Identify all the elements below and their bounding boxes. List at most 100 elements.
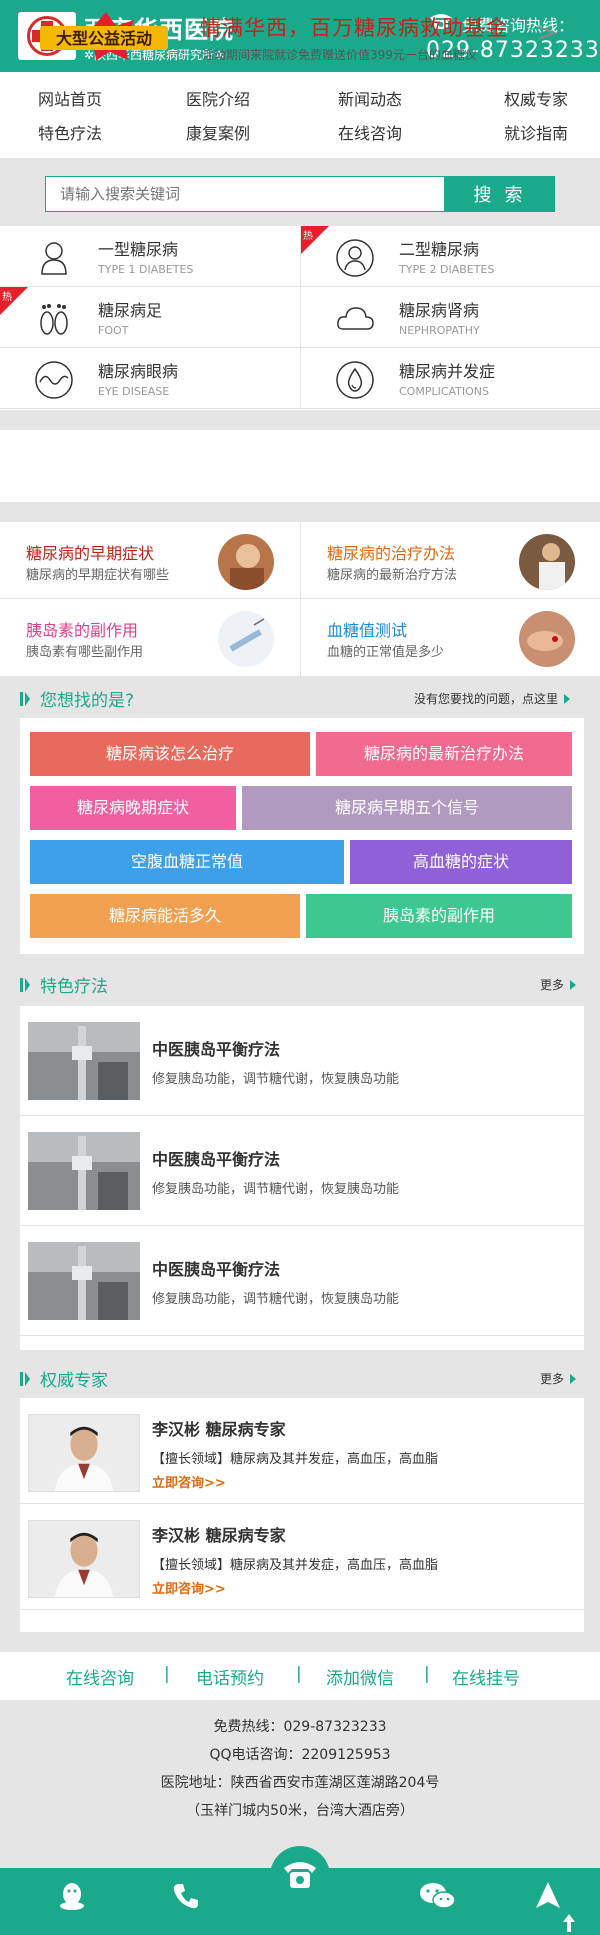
category-en: COMPLICATIONS [399, 385, 490, 398]
article-grid: 糖尿病的早期症状 糖尿病的早期症状有哪些 糖尿病的治疗办法 糖尿病的最新治疗方法… [0, 522, 600, 676]
tag-link[interactable]: 胰岛素的副作用 [306, 894, 572, 938]
person-circle-icon [336, 239, 374, 277]
nav-home[interactable]: 网站首页 [38, 86, 102, 110]
charity-banner[interactable] [0, 430, 600, 502]
footer-separator: | [164, 1664, 170, 1684]
section-marker-icon [20, 692, 30, 706]
experts-more-link[interactable]: 更多 [540, 1370, 577, 1387]
telephone-icon [284, 1862, 316, 1888]
therapy-desc: 修复胰岛功能，调节糖代谢，恢复胰岛功能 [152, 1072, 400, 1087]
wave-circle-icon [35, 361, 73, 399]
expert-desc: 【擅长领域】糖尿病及其并发症，高血压，高血脂 [152, 1452, 439, 1467]
wechat-icon[interactable] [418, 1880, 458, 1912]
therapy-photo [28, 1022, 140, 1100]
category-en: TYPE 2 DIABETES [399, 263, 495, 276]
expert-avatar [28, 1414, 140, 1492]
article-title: 血糖值测试 [327, 621, 408, 640]
consult-now-link[interactable]: 立即咨询>> [152, 1578, 226, 1597]
category-type2[interactable]: 热 二型糖尿病 TYPE 2 DIABETES [300, 226, 600, 287]
footer-links: 在线咨询 | 电话预约 | 添加微信 | 在线挂号 [0, 1652, 600, 1700]
article-blood-sugar-test[interactable]: 血糖值测试 血糖的正常值是多少 [300, 599, 600, 676]
nav-cases[interactable]: 康复案例 [186, 120, 250, 144]
category-title: 糖尿病并发症 [399, 362, 496, 381]
cloud-icon [337, 307, 374, 330]
expert-avatar [28, 1520, 140, 1598]
therapy-item[interactable]: 中医胰岛平衡疗法 修复胰岛功能，调节糖代谢，恢复胰岛功能 [20, 1006, 584, 1116]
article-insulin-side-effects[interactable]: 胰岛素的副作用 胰岛素有哪些副作用 [0, 599, 300, 676]
therapy-desc: 修复胰岛功能，调节糖代谢，恢复胰岛功能 [152, 1182, 400, 1197]
triangle-right-icon [564, 694, 571, 704]
category-title: 糖尿病眼病 [98, 362, 179, 381]
category-title: 糖尿病足 [98, 301, 163, 320]
tag-link[interactable]: 糖尿病该怎么治疗 [30, 732, 310, 776]
person-icon [41, 242, 67, 275]
category-nephropathy[interactable]: 糖尿病肾病 NEPHROPATHY [300, 287, 600, 348]
nav-experts[interactable]: 权威专家 [504, 86, 568, 110]
experts-section-title: 权威专家 [40, 1371, 108, 1391]
navigation-arrow-icon[interactable] [532, 1880, 564, 1912]
section-marker-icon [20, 978, 30, 992]
nav-therapy[interactable]: 特色疗法 [38, 120, 102, 144]
therapy-more-link[interactable]: 更多 [540, 976, 577, 993]
campaign-logo-text: 大型公益活动 [56, 29, 152, 48]
tag-link[interactable]: 空腹血糖正常值 [30, 840, 344, 884]
phone-handset-icon[interactable] [170, 1880, 202, 1912]
category-eye[interactable]: 糖尿病眼病 EYE DISEASE [0, 348, 300, 409]
category-title: 一型糖尿病 [98, 240, 179, 259]
find-help-link[interactable]: 没有您要找的问题，点这里 [414, 690, 571, 707]
consult-now-link[interactable]: 立即咨询>> [152, 1472, 226, 1491]
main-nav: 网站首页 医院介绍 新闻动态 权威专家 特色疗法 康复案例 在线咨询 就诊指南 [0, 72, 600, 158]
therapy-section-title: 特色疗法 [40, 977, 108, 997]
footer-link-add-wechat[interactable]: 添加微信 [326, 1664, 394, 1689]
therapy-desc: 修复胰岛功能，调节糖代谢，恢复胰岛功能 [152, 1292, 400, 1307]
article-treatment[interactable]: 糖尿病的治疗办法 糖尿病的最新治疗方法 [300, 522, 600, 599]
category-foot[interactable]: 热 糖尿病足 FOOT [0, 287, 300, 348]
tag-link[interactable]: 糖尿病能活多久 [30, 894, 300, 938]
therapy-list: 中医胰岛平衡疗法 修复胰岛功能，调节糖代谢，恢复胰岛功能 中医胰岛平衡疗法 修复… [20, 1006, 584, 1350]
nav-guide[interactable]: 就诊指南 [504, 120, 568, 144]
nav-consult[interactable]: 在线咨询 [338, 120, 402, 144]
tag-link[interactable]: 糖尿病的最新治疗办法 [316, 732, 572, 776]
syringe-photo [218, 611, 274, 667]
expert-item[interactable]: 李汉彬 糖尿病专家 【擅长领域】糖尿病及其并发症，高血压，高血脂 立即咨询>> [20, 1504, 584, 1610]
therapy-item[interactable]: 中医胰岛平衡疗法 修复胰岛功能，调节糖代谢，恢复胰岛功能 [20, 1116, 584, 1226]
therapy-photo [28, 1242, 140, 1320]
campaign-logo-art: 大型公益活动 [40, 12, 168, 60]
section-marker-icon [20, 1372, 30, 1386]
footer-link-online-register[interactable]: 在线挂号 [452, 1664, 520, 1689]
tag-cloud: 糖尿病该怎么治疗 糖尿病的最新治疗办法 糖尿病晚期症状 糖尿病早期五个信号 空腹… [20, 718, 584, 954]
qq-icon[interactable] [56, 1880, 88, 1912]
tag-link[interactable]: 高血糖的症状 [350, 840, 572, 884]
tag-link[interactable]: 糖尿病早期五个信号 [242, 786, 572, 830]
chevron-right-icon[interactable]: > [536, 18, 558, 48]
search-button[interactable]: 搜 索 [445, 176, 555, 212]
back-to-top-icon[interactable] [562, 1914, 576, 1932]
category-en: FOOT [98, 324, 129, 337]
hot-badge-label: 热 [303, 231, 313, 242]
article-desc: 血糖的正常值是多少 [327, 645, 445, 660]
therapy-item[interactable]: 中医胰岛平衡疗法 修复胰岛功能，调节糖代谢，恢复胰岛功能 [20, 1226, 584, 1336]
article-desc: 胰岛素有哪些副作用 [26, 645, 144, 660]
nav-news[interactable]: 新闻动态 [338, 86, 402, 110]
more-label: 更多 [540, 978, 565, 992]
hot-badge-label: 热 [2, 292, 12, 303]
glucose-test-photo [519, 611, 575, 667]
category-type1[interactable]: 一型糖尿病 TYPE 1 DIABETES [0, 226, 300, 287]
category-complications[interactable]: 糖尿病并发症 COMPLICATIONS [300, 348, 600, 409]
find-help-label: 没有您要找的问题，点这里 [414, 692, 559, 706]
expert-item[interactable]: 李汉彬 糖尿病专家 【擅长领域】糖尿病及其并发症，高血压，高血脂 立即咨询>> [20, 1398, 584, 1504]
search-input[interactable] [45, 176, 445, 212]
article-desc: 糖尿病的早期症状有哪些 [26, 568, 170, 583]
more-label: 更多 [540, 1372, 565, 1386]
footer-link-online-consult[interactable]: 在线咨询 [66, 1664, 134, 1689]
footer-link-phone-booking[interactable]: 电话预约 [196, 1664, 264, 1689]
therapy-title: 中医胰岛平衡疗法 [152, 1040, 281, 1059]
footer-hotline: 免费热线：029-87323233 [213, 1719, 387, 1735]
treatment-photo [218, 534, 274, 590]
expert-list: 李汉彬 糖尿病专家 【擅长领域】糖尿病及其并发症，高血压，高血脂 立即咨询>> … [20, 1398, 584, 1632]
nav-about[interactable]: 医院介绍 [186, 86, 250, 110]
tag-link[interactable]: 糖尿病晚期症状 [30, 786, 236, 830]
center-call-button[interactable] [270, 1846, 330, 1906]
article-early-symptoms[interactable]: 糖尿病的早期症状 糖尿病的早期症状有哪些 [0, 522, 300, 599]
category-en: NEPHROPATHY [399, 324, 480, 337]
